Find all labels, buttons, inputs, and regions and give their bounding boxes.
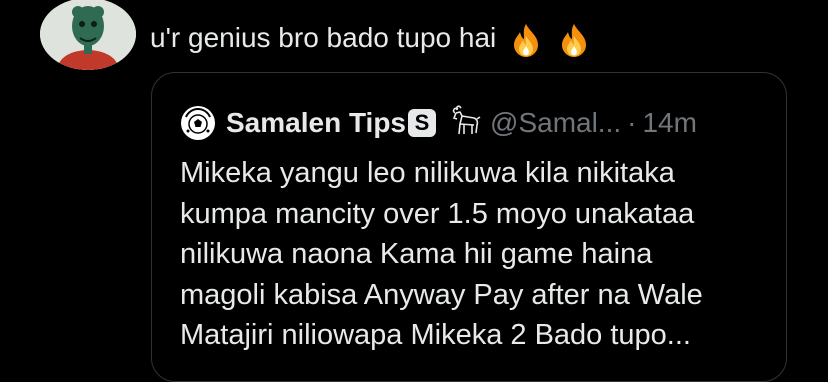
quoted-text-line: Matajiri niliowapa Mikeka 2 Bado tupo... — [180, 319, 691, 352]
quoted-text-line: nilikuwa naona Kama hii game haina — [180, 238, 653, 271]
samalen-logo-icon — [181, 106, 215, 140]
quoted-tweet-text: Mikeka yangu leo nilikuwa kila nikitaka … — [180, 153, 780, 356]
goat-icon — [452, 105, 481, 135]
quoted-timestamp[interactable]: 14m — [642, 107, 696, 139]
fire-icon — [561, 23, 586, 57]
quoted-text-line: Mikeka yangu leo nilikuwa kila nikitaka — [180, 157, 675, 189]
fire-icon — [514, 23, 539, 57]
quoted-handle[interactable]: @Samal... — [490, 107, 621, 139]
reply-tweet-text: u'r genius bro bado tupo hai — [150, 18, 592, 58]
quoted-avatar[interactable] — [180, 105, 216, 141]
avatar[interactable] — [40, 0, 136, 70]
reply-text: u'r genius bro bado tupo hai — [150, 22, 497, 53]
s-badge-icon: S — [408, 109, 437, 137]
quoted-tweet-card[interactable]: Samalen Tips S @Samal... · 14m Mikeka ya… — [151, 72, 787, 382]
separator-dot: · — [627, 107, 637, 138]
quoted-display-name[interactable]: Samalen Tips — [226, 107, 406, 139]
cropped-header-fragment — [148, 0, 448, 6]
quoted-text-line: magoli kabisa Anyway Pay after na Wale — [180, 278, 703, 311]
quoted-text-line: kumpa mancity over 1.5 moyo unakataa — [180, 197, 695, 230]
avatar-image — [40, 0, 136, 70]
quoted-tweet-header: Samalen Tips S @Samal... · 14m — [180, 103, 697, 143]
